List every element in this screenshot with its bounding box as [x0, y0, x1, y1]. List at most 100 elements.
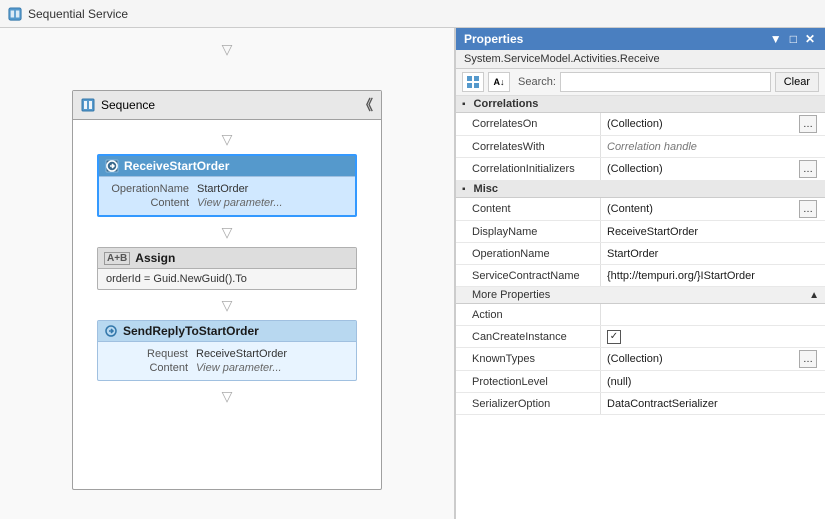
main-area: ▽ Sequence 《 — [0, 28, 825, 519]
content-edit-btn[interactable]: … — [799, 200, 817, 218]
more-properties-row[interactable]: More Properties ▲ — [456, 287, 825, 304]
properties-panel: Properties ▼ □ ✕ System.ServiceModel.Act… — [455, 28, 825, 519]
sendreply-body: Request ReceiveStartOrder Content View p… — [98, 342, 356, 380]
receive-icon — [105, 159, 119, 173]
prop-name-servicecontractname: ServiceContractName — [456, 265, 601, 286]
receive-block[interactable]: ReceiveStartOrder OperationName StartOrd… — [97, 154, 357, 217]
receive-label-2: Content — [107, 197, 197, 209]
sendreply-icon — [104, 324, 118, 338]
correlations-section-label: Correlations — [474, 98, 539, 110]
correlations-collapse-icon: ▪ — [462, 99, 466, 110]
more-properties-icon: ▲ — [809, 290, 819, 301]
prop-value-serializeroption[interactable]: DataContractSerializer — [601, 396, 825, 412]
assign-header: A+B Assign — [98, 248, 356, 269]
sendreply-row-2: Content View parameter... — [106, 362, 348, 374]
receive-row-1: OperationName StartOrder — [107, 183, 347, 195]
prop-name-displayname: DisplayName — [456, 221, 601, 242]
prop-row-operationname: OperationName StartOrder — [456, 243, 825, 265]
correlations-section-header[interactable]: ▪ Correlations — [456, 96, 825, 113]
sequence-container: Sequence 《 ▽ — [72, 90, 382, 490]
search-input[interactable] — [560, 72, 771, 92]
prop-row-content: Content (Content) … — [456, 198, 825, 221]
prop-row-protectionlevel: ProtectionLevel (null) — [456, 371, 825, 393]
properties-toolbar: A↓ Search: Clear — [456, 69, 825, 96]
receive-body: OperationName StartOrder Content View pa… — [99, 177, 355, 215]
misc-section-header[interactable]: ▪ Misc — [456, 181, 825, 198]
prop-row-serializeroption: SerializerOption DataContractSerializer — [456, 393, 825, 415]
sendreply-value-2[interactable]: View parameter... — [196, 362, 282, 374]
clear-button[interactable]: Clear — [775, 72, 819, 92]
connector2: ▽ — [222, 225, 233, 239]
cancreateinstance-checkbox[interactable]: ✓ — [607, 330, 621, 344]
sequence-icon — [81, 98, 95, 112]
top-connector-arrow: ▽ — [222, 42, 233, 56]
service-icon — [8, 7, 22, 21]
prop-name-action: Action — [456, 304, 601, 325]
prop-value-protectionlevel[interactable]: (null) — [601, 374, 825, 390]
sendreply-name: SendReplyToStartOrder — [123, 324, 259, 338]
window-title: Sequential Service — [28, 7, 128, 21]
receive-value-1: StartOrder — [197, 183, 248, 195]
prop-row-cancreateinstance: CanCreateInstance ✓ — [456, 326, 825, 348]
prop-value-servicecontractname[interactable]: {http://tempuri.org/}IStartOrder — [601, 268, 825, 284]
assign-body: orderId = Guid.NewGuid().To — [98, 269, 356, 289]
sequence-inner: ▽ ReceiveStartOrder — [73, 120, 381, 415]
prop-row-correlationinitializers: CorrelationInitializers (Collection) … — [456, 158, 825, 181]
knowntypes-edit-btn[interactable]: … — [799, 350, 817, 368]
prop-value-correlateson: (Collection) … — [601, 113, 825, 135]
correlationinitializers-edit-btn[interactable]: … — [799, 160, 817, 178]
properties-sort-btn[interactable]: A↓ — [488, 72, 510, 92]
properties-title-controls: ▼ □ ✕ — [768, 32, 817, 46]
prop-value-content: (Content) … — [601, 198, 825, 220]
sequence-header: Sequence 《 — [73, 91, 381, 120]
sendreply-row-1: Request ReceiveStartOrder — [106, 348, 348, 360]
properties-title: Properties — [464, 32, 523, 46]
assign-icon-label: A+B — [104, 252, 130, 265]
properties-table: ▪ Correlations CorrelatesOn (Collection)… — [456, 96, 825, 519]
assign-label: Assign — [135, 251, 175, 265]
prop-row-servicecontractname: ServiceContractName {http://tempuri.org/… — [456, 265, 825, 287]
connector1: ▽ — [222, 132, 233, 146]
properties-restore-btn[interactable]: □ — [788, 32, 799, 46]
properties-subtitle: System.ServiceModel.Activities.Receive — [456, 50, 825, 69]
prop-name-content: Content — [456, 198, 601, 220]
search-label: Search: — [518, 76, 556, 88]
prop-name-protectionlevel: ProtectionLevel — [456, 371, 601, 392]
prop-value-displayname[interactable]: ReceiveStartOrder — [601, 224, 825, 240]
connector4: ▽ — [222, 389, 233, 403]
prop-value-operationname[interactable]: StartOrder — [601, 246, 825, 262]
prop-value-cancreateinstance: ✓ — [601, 328, 825, 346]
receive-value-2[interactable]: View parameter... — [197, 197, 283, 209]
receive-name: ReceiveStartOrder — [124, 159, 229, 173]
properties-close-btn[interactable]: ✕ — [803, 32, 817, 46]
sendreply-block[interactable]: SendReplyToStartOrder Request ReceiveSta… — [97, 320, 357, 381]
sequence-label: Sequence — [101, 98, 155, 112]
correlateson-edit-btn[interactable]: … — [799, 115, 817, 133]
prop-name-serializeroption: SerializerOption — [456, 393, 601, 414]
assign-block[interactable]: A+B Assign orderId = Guid.NewGuid().To — [97, 247, 357, 290]
misc-section-label: Misc — [474, 183, 498, 195]
prop-row-action: Action — [456, 304, 825, 326]
prop-name-correlateson: CorrelatesOn — [456, 113, 601, 135]
more-properties-label: More Properties — [472, 289, 550, 301]
prop-value-action[interactable] — [601, 313, 825, 317]
designer-canvas: ▽ Sequence 《 — [0, 28, 455, 519]
prop-name-correlateswith: CorrelatesWith — [456, 136, 601, 157]
properties-title-bar: Properties ▼ □ ✕ — [456, 28, 825, 50]
connector3: ▽ — [222, 298, 233, 312]
receive-row-2: Content View parameter... — [107, 197, 347, 209]
prop-row-displayname: DisplayName ReceiveStartOrder — [456, 221, 825, 243]
sendreply-value-1: ReceiveStartOrder — [196, 348, 287, 360]
properties-category-btn[interactable] — [462, 72, 484, 92]
assign-expression: orderId = Guid.NewGuid().To — [106, 273, 247, 285]
prop-row-correlateswith: CorrelatesWith Correlation handle — [456, 136, 825, 158]
sendreply-label-2: Content — [106, 362, 196, 374]
misc-collapse-icon: ▪ — [462, 184, 466, 195]
sendreply-header: SendReplyToStartOrder — [98, 321, 356, 342]
prop-name-knowntypes: KnownTypes — [456, 348, 601, 370]
properties-pin-btn[interactable]: ▼ — [768, 32, 784, 46]
receive-label-1: OperationName — [107, 183, 197, 195]
sequence-collapse-btn[interactable]: 《 — [359, 95, 373, 115]
prop-name-correlationinitializers: CorrelationInitializers — [456, 158, 601, 180]
sendreply-label-1: Request — [106, 348, 196, 360]
